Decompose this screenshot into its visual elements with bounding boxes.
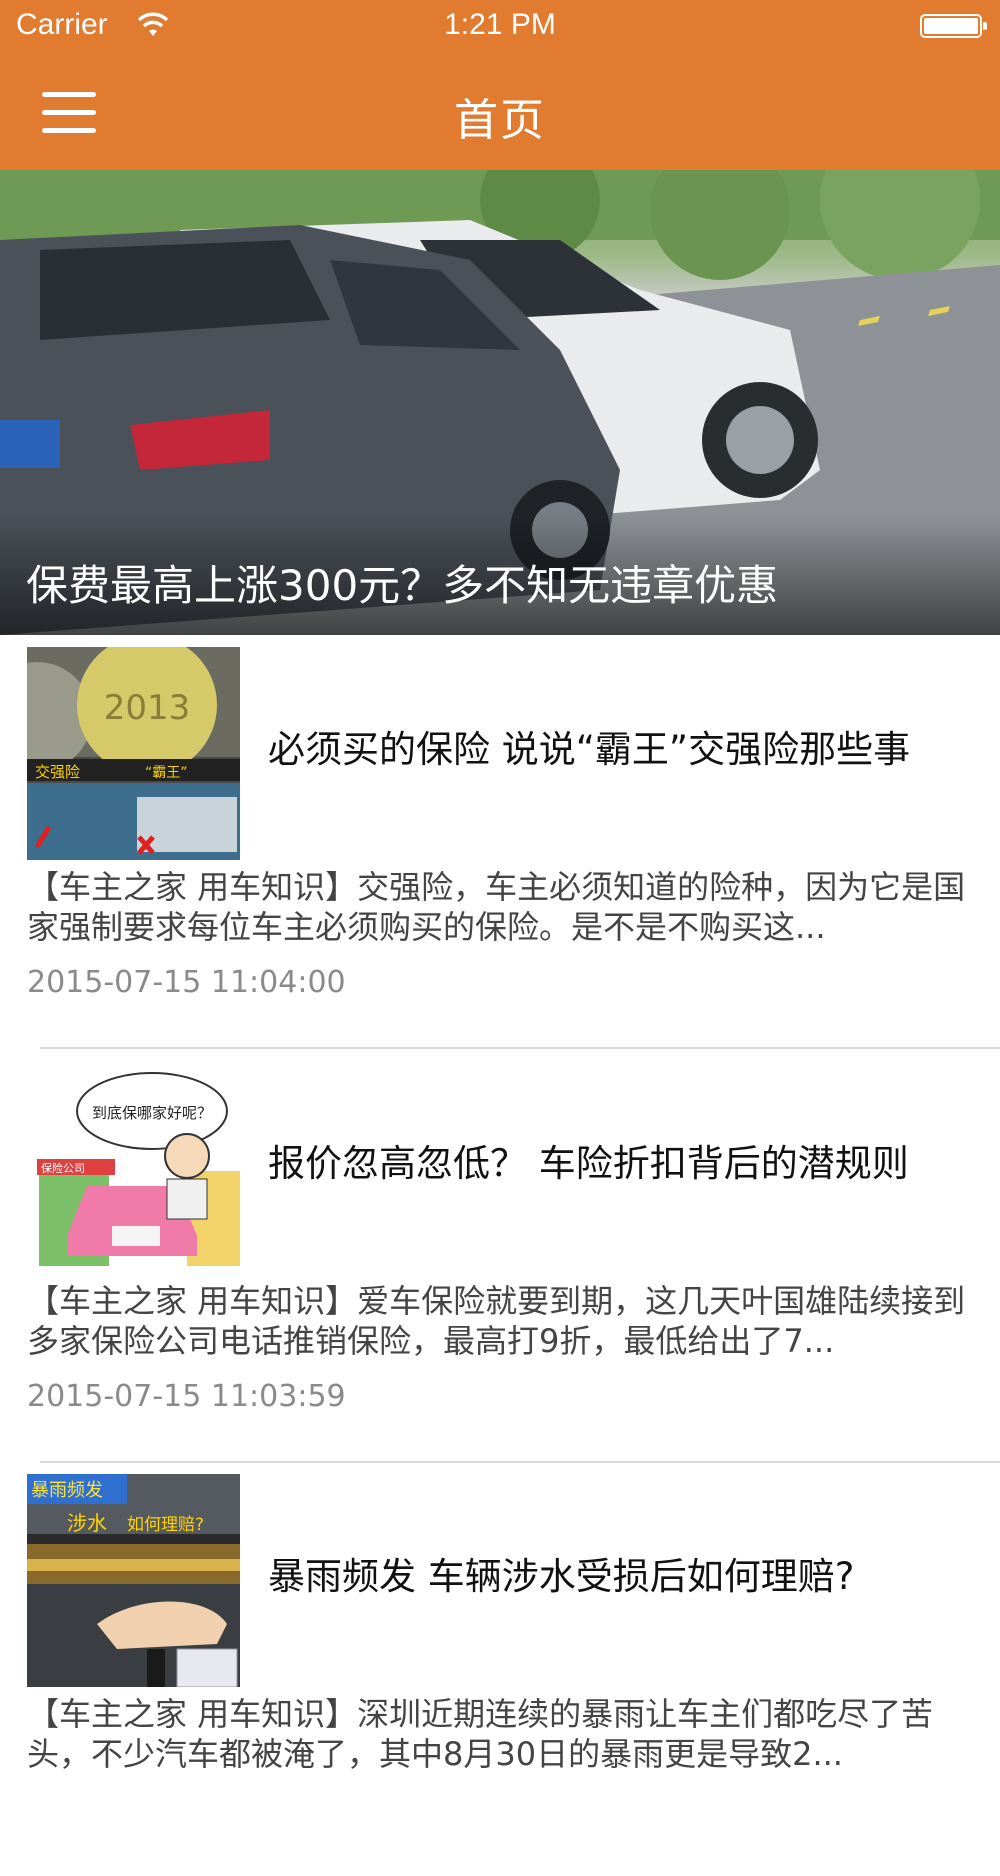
- thumb-company-sign: 保险公司: [41, 1161, 85, 1175]
- thumb-insurance-label: 交强险: [35, 763, 80, 781]
- featured-banner[interactable]: 保费最高上涨300元？多不知无违章优惠: [0, 170, 1000, 635]
- thumb-claim-label: 如何理赔?: [127, 1515, 204, 1535]
- battery-icon: [920, 14, 987, 38]
- article-title: 暴雨频发 车辆涉水受损后如何理赔?: [268, 1555, 855, 1598]
- thumb-wading-label: 涉水: [67, 1511, 107, 1535]
- article-summary: 【车主之家 用车知识】交强险，车主必须知道的险种，因为它是国家强制要求每位车主必…: [27, 868, 966, 946]
- article-timestamp: 2015-07-15 11:04:00: [27, 965, 346, 1000]
- article-title: 必须买的保险 说说“霸王”交强险那些事: [268, 728, 911, 771]
- article-item[interactable]: 暴雨频发 涉水 如何理赔? 暴雨频发 车辆涉水受损后如何理赔? 【车主之家 用车…: [0, 1462, 1000, 1876]
- article-thumbnail: 暴雨频发 涉水 如何理赔?: [27, 1474, 240, 1687]
- thumb-headline: 暴雨频发: [31, 1480, 103, 1501]
- thumb-bawang-label: “霸王”: [145, 765, 188, 781]
- article-thumbnail: 到底保哪家好呢？ 保险公司: [27, 1061, 240, 1274]
- article-item[interactable]: 到底保哪家好呢？ 保险公司 报价忽高忽低？ 车险折扣背后的潜规则 【车主之家 用…: [0, 1049, 1000, 1463]
- article-summary: 【车主之家 用车知识】深圳近期连续的暴雨让车主们都吃尽了苦头，不少汽车都被淹了，…: [27, 1695, 934, 1773]
- article-timestamp: 2015-07-15 11:03:59: [27, 1379, 346, 1414]
- thumb-speech-bubble: 到底保哪家好呢？: [92, 1104, 212, 1122]
- clock-label: 1:21 PM: [444, 8, 556, 41]
- banner-caption: 保费最高上涨300元？多不知无违章优惠: [26, 561, 779, 610]
- thumb-year-label: 2013: [104, 688, 191, 728]
- article-item[interactable]: 2013 交强险 “霸王” 必须买的保险 说说“霸王”交强险那些事 【车主之家 …: [0, 635, 1000, 1049]
- article-title: 报价忽高忽低？ 车险折扣背后的潜规则: [268, 1142, 909, 1185]
- nav-bar: 首页: [0, 56, 1000, 170]
- article-summary: 【车主之家 用车知识】爱车保险就要到期，这几天叶国雄陆续接到多家保险公司电话推销…: [27, 1282, 966, 1360]
- article-thumbnail: 2013 交强险 “霸王”: [27, 647, 240, 860]
- status-bar: Carrier 1:21 PM: [0, 0, 1000, 56]
- page-title: 首页: [454, 95, 546, 146]
